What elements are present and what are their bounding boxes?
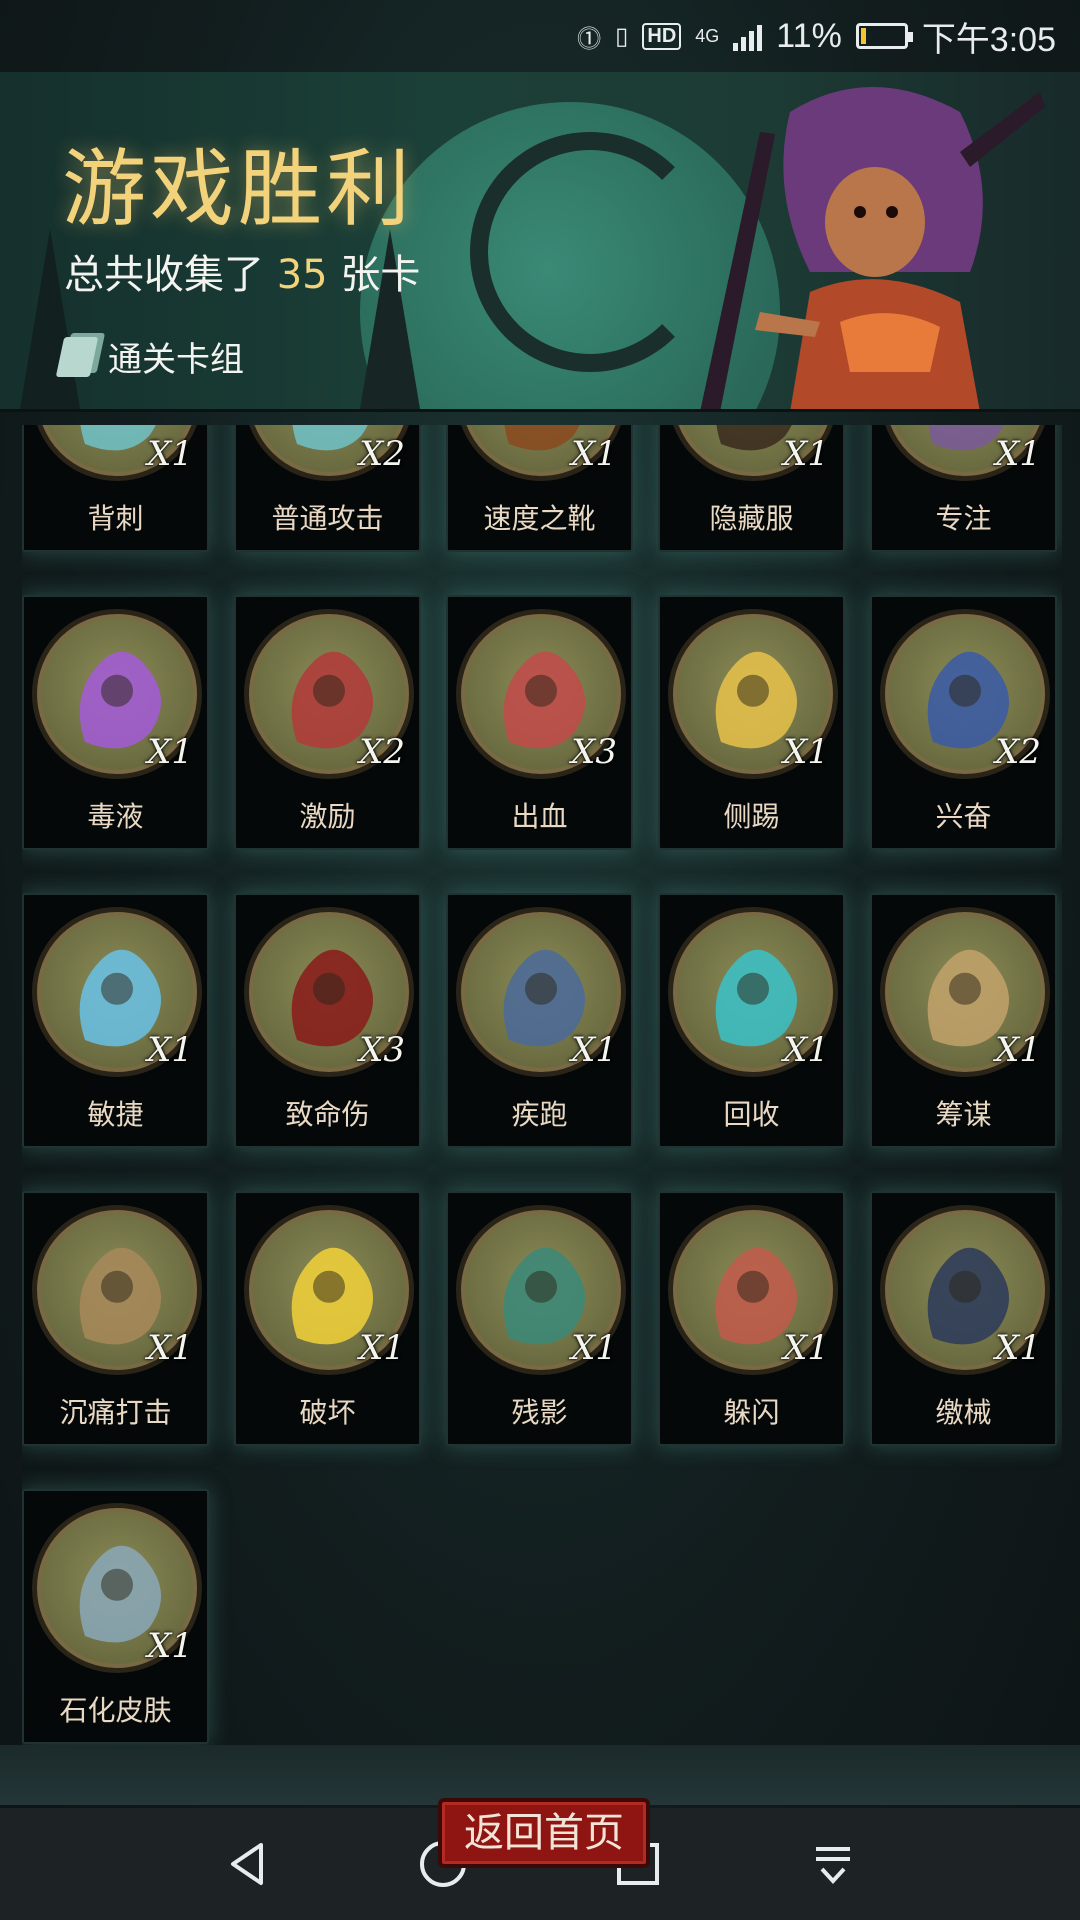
card-name: 专注 <box>935 502 992 535</box>
card-count: X1 <box>147 1030 193 1070</box>
card-count: X1 <box>147 1626 193 1666</box>
card-count: X2 <box>359 434 405 474</box>
card-item[interactable]: X1 疾跑 <box>446 893 633 1148</box>
card-item[interactable]: X1 回收 <box>658 893 845 1148</box>
hd-call-icon: ⓵ <box>577 25 602 53</box>
card-count: X1 <box>995 1328 1041 1368</box>
card-count: X1 <box>147 1328 193 1368</box>
card-name: 毒液 <box>87 800 144 833</box>
clear-deck-label: 通关卡组 <box>55 332 244 381</box>
card-item[interactable]: X1 侧踢 <box>658 595 845 850</box>
card-name: 敏捷 <box>87 1098 144 1131</box>
cards-icon <box>55 336 99 377</box>
card-count: X1 <box>147 434 193 474</box>
card-name: 缴械 <box>935 1396 992 1429</box>
card-name: 速度之靴 <box>483 502 596 535</box>
card-count: X1 <box>783 434 829 474</box>
deck-label-text: 通关卡组 <box>108 340 244 380</box>
card-name: 躲闪 <box>723 1396 780 1429</box>
signal-icon <box>733 21 763 51</box>
card-name: 出血 <box>511 800 568 833</box>
card-name: 侧踢 <box>723 800 780 833</box>
card-count: X3 <box>359 1030 405 1070</box>
card-item[interactable]: X1 破坏 <box>234 1191 421 1446</box>
card-item[interactable]: X1 速度之靴 <box>446 425 633 552</box>
card-name: 疾跑 <box>511 1098 568 1131</box>
card-name: 回收 <box>723 1098 780 1131</box>
card-item[interactable]: X3 出血 <box>446 595 633 850</box>
page-title: 游戏胜利 <box>62 140 415 238</box>
card-name: 兴奋 <box>935 800 992 833</box>
network-type: 4G <box>695 25 720 46</box>
card-name: 背刺 <box>87 502 144 535</box>
card-count: X1 <box>571 434 617 474</box>
card-count: X1 <box>783 1328 829 1368</box>
card-item[interactable]: X1 背刺 <box>22 425 209 552</box>
game-result-screen: ⓵ ▯ HD 4G 11% 下午3:05 游戏胜利 总共收集了 35 张卡 通关… <box>0 0 1080 1920</box>
card-item[interactable]: X2 激励 <box>234 595 421 850</box>
card-grid: X1 背刺 X2 普通攻击 X1 速度之靴 X1 隐藏服 X1 专注 X1 毒液 X2 激励 X3 出血 X1 侧… <box>22 425 1062 1745</box>
back-icon[interactable] <box>218 1834 278 1894</box>
card-count: X1 <box>783 732 829 772</box>
card-name: 沉痛打击 <box>59 1396 172 1429</box>
card-item[interactable]: X1 缴械 <box>870 1191 1057 1446</box>
card-name: 石化皮肤 <box>59 1694 172 1727</box>
card-item[interactable]: X1 隐藏服 <box>658 425 845 552</box>
victory-banner: 游戏胜利 总共收集了 35 张卡 通关卡组 <box>0 72 1080 412</box>
total-card-count: 35 <box>276 252 328 298</box>
card-count: X1 <box>571 1030 617 1070</box>
card-count: X1 <box>995 434 1041 474</box>
card-name: 破坏 <box>299 1396 356 1429</box>
return-home-button[interactable]: 返回首页 <box>438 1798 650 1868</box>
card-item[interactable]: X1 筹谋 <box>870 893 1057 1148</box>
card-count: X1 <box>147 732 193 772</box>
card-item[interactable]: X1 石化皮肤 <box>22 1489 209 1744</box>
card-item[interactable]: X1 躲闪 <box>658 1191 845 1446</box>
card-name: 残影 <box>511 1396 568 1429</box>
card-count: X1 <box>995 1030 1041 1070</box>
card-item[interactable]: X1 专注 <box>870 425 1057 552</box>
card-count: X3 <box>571 732 617 772</box>
card-item[interactable]: X1 沉痛打击 <box>22 1191 209 1446</box>
hd-badge: HD <box>642 22 682 50</box>
card-item[interactable]: X2 兴奋 <box>870 595 1057 850</box>
card-name: 隐藏服 <box>709 502 794 535</box>
card-name: 激励 <box>299 800 356 833</box>
ground-decoration <box>0 1745 1080 1805</box>
vibrate-icon: ▯ <box>615 22 629 50</box>
summary-suffix: 张卡 <box>340 252 421 298</box>
card-item[interactable]: X1 残影 <box>446 1191 633 1446</box>
card-count: X1 <box>359 1328 405 1368</box>
card-item[interactable]: X1 敏捷 <box>22 893 209 1148</box>
card-item[interactable]: X2 普通攻击 <box>234 425 421 552</box>
status-bar: ⓵ ▯ HD 4G 11% 下午3:05 <box>0 0 1080 72</box>
summary-prefix: 总共收集了 <box>64 252 264 298</box>
card-item[interactable]: X3 致命伤 <box>234 893 421 1148</box>
battery-percent: 11% <box>776 16 842 55</box>
card-count: X1 <box>571 1328 617 1368</box>
card-count: X2 <box>995 732 1041 772</box>
notification-pull-icon[interactable] <box>803 1834 863 1894</box>
card-count: X2 <box>359 732 405 772</box>
battery-icon <box>855 23 913 49</box>
card-item[interactable]: X1 毒液 <box>22 595 209 850</box>
card-count: X1 <box>783 1030 829 1070</box>
card-name: 筹谋 <box>935 1098 992 1131</box>
card-name: 致命伤 <box>285 1098 370 1131</box>
card-name: 普通攻击 <box>271 502 384 535</box>
clock: 下午3:05 <box>921 20 1056 59</box>
collected-summary: 总共收集了 35 张卡 <box>64 242 420 300</box>
hooded-archer-illustration <box>700 87 1045 409</box>
